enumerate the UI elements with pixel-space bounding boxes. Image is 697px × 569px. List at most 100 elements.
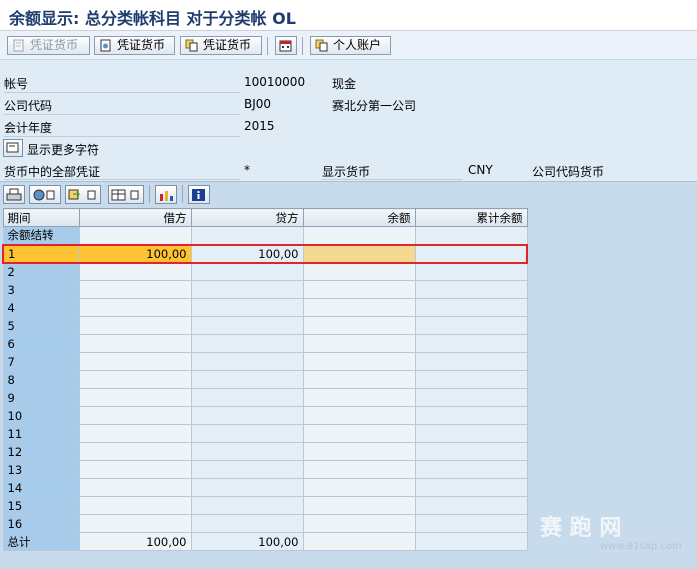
- cell-credit[interactable]: [190, 388, 304, 407]
- cell-credit[interactable]: [190, 478, 304, 497]
- table-row[interactable]: 14: [2, 478, 528, 497]
- row-header-period[interactable]: 11: [2, 424, 80, 443]
- cell-credit[interactable]: [190, 460, 304, 479]
- table-row[interactable]: 15: [2, 496, 528, 515]
- cell-debit[interactable]: 100,00: [78, 243, 192, 264]
- cell-credit[interactable]: 100,00: [190, 532, 304, 551]
- row-header-period[interactable]: 16: [2, 514, 80, 533]
- cell-credit[interactable]: [190, 298, 304, 317]
- cell-credit[interactable]: [190, 370, 304, 389]
- table-row[interactable]: 5: [2, 316, 528, 335]
- cell-debit[interactable]: [78, 280, 192, 299]
- cell-credit[interactable]: [190, 316, 304, 335]
- cell-credit[interactable]: [190, 442, 304, 461]
- cell-balance[interactable]: [302, 442, 416, 461]
- cell-debit[interactable]: [78, 352, 192, 371]
- cell-cumulative[interactable]: [414, 532, 528, 551]
- cell-debit[interactable]: [78, 460, 192, 479]
- cell-cumulative[interactable]: [414, 442, 528, 461]
- row-header-period[interactable]: 4: [2, 298, 80, 317]
- cell-balance[interactable]: [302, 406, 416, 425]
- cell-balance[interactable]: [302, 226, 416, 245]
- table-row[interactable]: 9: [2, 388, 528, 407]
- cell-cumulative[interactable]: [414, 280, 528, 299]
- cell-cumulative[interactable]: [414, 262, 528, 281]
- cell-debit[interactable]: [78, 334, 192, 353]
- print-button[interactable]: [3, 185, 25, 204]
- table-row[interactable]: 2: [2, 262, 528, 281]
- table-row[interactable]: 余额结转: [2, 226, 528, 245]
- cell-balance[interactable]: [302, 280, 416, 299]
- cell-cumulative[interactable]: [414, 243, 528, 264]
- table-row[interactable]: 总计 100,00 100,00: [2, 532, 528, 551]
- table-row[interactable]: 12: [2, 442, 528, 461]
- row-header-period[interactable]: 13: [2, 460, 80, 479]
- table-row[interactable]: 1 100,00 100,00: [2, 243, 528, 264]
- cell-cumulative[interactable]: [414, 424, 528, 443]
- cell-debit[interactable]: [78, 496, 192, 515]
- cell-debit[interactable]: [78, 226, 192, 245]
- view-button[interactable]: [29, 185, 61, 204]
- table-row[interactable]: 6: [2, 334, 528, 353]
- cell-balance[interactable]: [302, 243, 416, 264]
- cell-credit[interactable]: [190, 226, 304, 245]
- cell-cumulative[interactable]: [414, 370, 528, 389]
- table-row[interactable]: 8: [2, 370, 528, 389]
- table-row[interactable]: 7: [2, 352, 528, 371]
- row-header-period[interactable]: 总计: [2, 532, 80, 551]
- cell-balance[interactable]: [302, 532, 416, 551]
- export-button[interactable]: [65, 185, 101, 204]
- row-header-period[interactable]: 12: [2, 442, 80, 461]
- table-row[interactable]: 11: [2, 424, 528, 443]
- row-header-period[interactable]: 6: [2, 334, 80, 353]
- cell-balance[interactable]: [302, 370, 416, 389]
- cell-credit[interactable]: [190, 514, 304, 533]
- table-row[interactable]: 3: [2, 280, 528, 299]
- cell-balance[interactable]: [302, 496, 416, 515]
- cell-balance[interactable]: [302, 388, 416, 407]
- table-row[interactable]: 4: [2, 298, 528, 317]
- cell-debit[interactable]: 100,00: [78, 532, 192, 551]
- cell-credit[interactable]: [190, 406, 304, 425]
- row-header-period[interactable]: 14: [2, 478, 80, 497]
- column-header-cumulative[interactable]: 累计余额: [414, 208, 528, 227]
- cell-debit[interactable]: [78, 406, 192, 425]
- cell-balance[interactable]: [302, 298, 416, 317]
- cell-credit[interactable]: [190, 280, 304, 299]
- cell-debit[interactable]: [78, 316, 192, 335]
- cell-credit[interactable]: [190, 352, 304, 371]
- doc-currency-button-2[interactable]: 凭证货币: [94, 36, 175, 55]
- cell-cumulative[interactable]: [414, 352, 528, 371]
- doc-currency-button-1[interactable]: 凭证货币: [7, 36, 90, 55]
- cell-cumulative[interactable]: [414, 298, 528, 317]
- column-header-credit[interactable]: 贷方: [190, 208, 304, 227]
- row-header-period[interactable]: 2: [2, 262, 80, 281]
- cell-cumulative[interactable]: [414, 316, 528, 335]
- individual-accounts-button[interactable]: 个人账户: [310, 36, 391, 55]
- cell-debit[interactable]: [78, 424, 192, 443]
- layout-button[interactable]: [108, 185, 144, 204]
- table-row[interactable]: 10: [2, 406, 528, 425]
- more-chars-label[interactable]: 显示更多字符: [27, 141, 99, 158]
- row-header-period[interactable]: 7: [2, 352, 80, 371]
- row-header-period[interactable]: 8: [2, 370, 80, 389]
- row-header-period[interactable]: 5: [2, 316, 80, 335]
- cell-cumulative[interactable]: [414, 388, 528, 407]
- cell-cumulative[interactable]: [414, 406, 528, 425]
- cell-balance[interactable]: [302, 424, 416, 443]
- cell-balance[interactable]: [302, 352, 416, 371]
- doc-currency-button-3[interactable]: 凭证货币: [180, 36, 262, 55]
- cell-debit[interactable]: [78, 388, 192, 407]
- cell-balance[interactable]: [302, 514, 416, 533]
- column-header-period[interactable]: 期间: [2, 208, 80, 227]
- cell-credit[interactable]: 100,00: [190, 243, 304, 264]
- cell-debit[interactable]: [78, 298, 192, 317]
- cell-credit[interactable]: [190, 424, 304, 443]
- calendar-button[interactable]: [275, 36, 297, 55]
- cell-cumulative[interactable]: [414, 460, 528, 479]
- cell-debit[interactable]: [78, 442, 192, 461]
- cell-balance[interactable]: [302, 262, 416, 281]
- info-button[interactable]: [188, 185, 210, 204]
- cell-cumulative[interactable]: [414, 334, 528, 353]
- cell-credit[interactable]: [190, 262, 304, 281]
